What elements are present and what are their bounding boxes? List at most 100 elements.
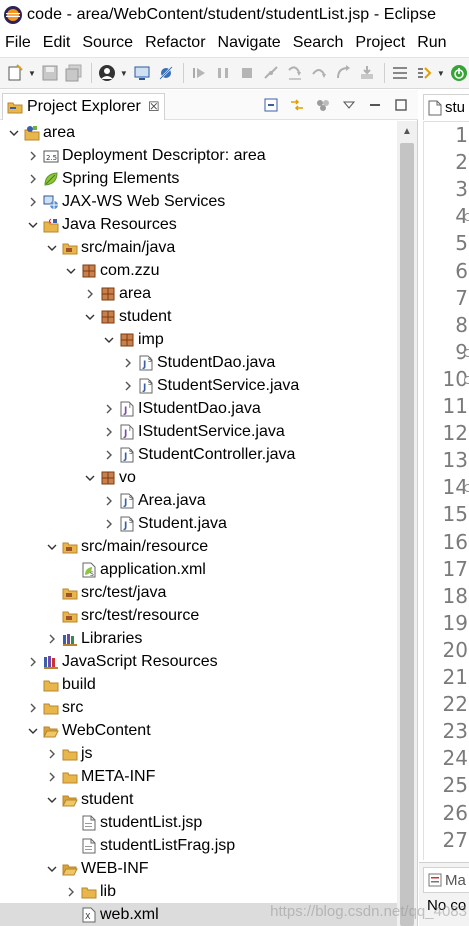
spring-boot-button[interactable] [448,62,469,84]
link-with-editor-button[interactable] [286,94,308,116]
chevron-down-icon[interactable] [45,862,59,876]
chevron-right-icon[interactable] [102,517,116,531]
tree-item[interactable]: lib [0,880,397,903]
chevron-right-icon[interactable] [102,425,116,439]
chevron-down-icon[interactable] [26,724,40,738]
tab-project-explorer[interactable]: Project Explorer ☒ [2,93,165,120]
tree-item[interactable]: build [0,673,397,696]
chevron-right-icon[interactable] [83,287,97,301]
new-dropdown-arrow-icon[interactable]: ▼ [28,62,36,84]
chevron-down-icon[interactable] [83,471,97,485]
chevron-right-icon[interactable] [26,655,40,669]
chevron-right-icon[interactable] [45,770,59,784]
fold-toggle-icon[interactable] [464,213,469,222]
step-over-button[interactable] [308,62,330,84]
save-all-button[interactable] [63,62,85,84]
tree-item[interactable]: js [0,742,397,765]
terminate-button[interactable] [236,62,258,84]
tree-item[interactable]: src/main/resource [0,535,397,558]
menu-edit[interactable]: Edit [38,34,78,52]
chevron-right-icon[interactable] [121,379,135,393]
tab-markers[interactable]: Ma [423,867,469,893]
skip-breakpoints-button[interactable] [155,62,177,84]
scroll-up-arrow-icon[interactable]: ▲ [397,123,417,139]
menu-navigate[interactable]: Navigate [213,34,288,52]
tree-item[interactable]: J S StudentService.java [0,374,397,397]
drop-to-frame-button[interactable] [356,62,378,84]
fold-toggle-icon[interactable] [464,348,469,357]
tree-item[interactable]: J I IStudentService.java [0,420,397,443]
tree-item[interactable]: imp [0,328,397,351]
chevron-right-icon[interactable] [102,494,116,508]
tree-item[interactable]: studentList.jsp [0,811,397,834]
fold-toggle-icon[interactable] [464,484,469,493]
step-into-button[interactable] [284,62,306,84]
suspend-button[interactable] [212,62,234,84]
close-icon[interactable]: ☒ [148,99,160,115]
tree-item[interactable]: WebContent [0,719,397,742]
perspective-dropdown-arrow-icon[interactable]: ▼ [120,62,128,84]
tree-item[interactable]: J S Area.java [0,489,397,512]
tree-item[interactable]: Java Resources [0,213,397,236]
tree-item[interactable]: JAX-WS Web Services [0,190,397,213]
tree-item[interactable]: Spring Elements [0,167,397,190]
maximize-button[interactable] [390,94,412,116]
tree-item[interactable]: J S Student.java [0,512,397,535]
resume-button[interactable] [188,62,210,84]
tree-item[interactable]: J S StudentDao.java [0,351,397,374]
chevron-down-icon[interactable] [83,310,97,324]
chevron-right-icon[interactable] [26,172,40,186]
use-step-filters-button[interactable] [389,62,411,84]
tree-item[interactable]: src/test/resource [0,604,397,627]
tree-item[interactable]: studentListFrag.jsp [0,834,397,857]
chevron-down-icon[interactable] [45,793,59,807]
tree-item[interactable]: area [0,282,397,305]
tree-item[interactable]: area [0,121,397,144]
console-button[interactable] [131,62,153,84]
tree-item[interactable]: Libraries [0,627,397,650]
tree-item[interactable]: student [0,305,397,328]
focus-on-active-task-button[interactable] [312,94,334,116]
collapse-all-button[interactable] [260,94,282,116]
perspective-button[interactable] [96,62,118,84]
fold-toggle-icon[interactable] [464,375,469,384]
chevron-right-icon[interactable] [64,885,78,899]
build-button[interactable] [413,62,435,84]
chevron-down-icon[interactable] [45,241,59,255]
tree-item[interactable]: vo [0,466,397,489]
save-button[interactable] [39,62,61,84]
minimize-button[interactable] [364,94,386,116]
disconnect-button[interactable] [260,62,282,84]
chevron-down-icon[interactable] [7,126,21,140]
menu-file[interactable]: File [0,34,38,52]
chevron-down-icon[interactable] [45,540,59,554]
vertical-scrollbar[interactable]: ▲ [397,121,417,926]
tree-item[interactable]: J I IStudentDao.java [0,397,397,420]
menu-project[interactable]: Project [350,34,412,52]
tree-item[interactable]: student [0,788,397,811]
tab-studentlist-jsp[interactable]: stu [423,94,469,120]
tree-item[interactable]: JavaScript Resources [0,650,397,673]
chevron-right-icon[interactable] [26,701,40,715]
chevron-right-icon[interactable] [26,149,40,163]
menu-refactor[interactable]: Refactor [140,34,212,52]
build-dropdown-arrow-icon[interactable]: ▼ [437,62,445,84]
chevron-down-icon[interactable] [64,264,78,278]
chevron-right-icon[interactable] [45,747,59,761]
tree-item[interactable]: src/test/java [0,581,397,604]
chevron-down-icon[interactable] [26,218,40,232]
menu-search[interactable]: Search [288,34,351,52]
step-return-button[interactable] [332,62,354,84]
tree-item[interactable]: WEB-INF [0,857,397,880]
view-menu-button[interactable] [338,94,360,116]
scrollbar-thumb[interactable] [400,143,414,926]
chevron-right-icon[interactable] [26,195,40,209]
tree-item[interactable]: J S StudentController.java [0,443,397,466]
menu-source[interactable]: Source [77,34,140,52]
tree-item[interactable]: src [0,696,397,719]
tree-item[interactable]: com.zzu [0,259,397,282]
new-wizard-button[interactable] [4,62,26,84]
tree-item[interactable]: 2.5 Deployment Descriptor: area [0,144,397,167]
menu-run[interactable]: Run [412,34,453,52]
tree-item[interactable]: src/main/java [0,236,397,259]
